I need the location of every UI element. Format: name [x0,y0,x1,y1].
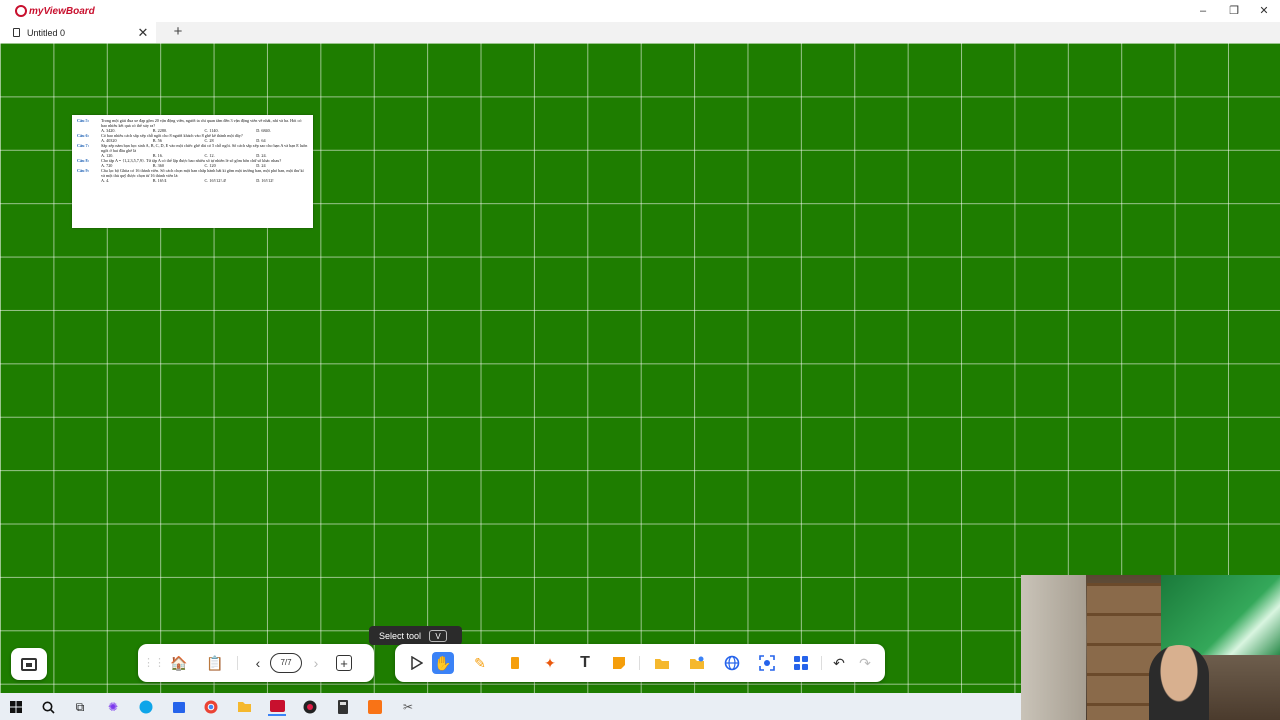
question-number: Câu 6: [77,133,89,138]
question-number: Câu 5: [77,118,89,123]
divider [821,656,822,670]
sticky-note-icon[interactable] [609,653,629,673]
select-arrow-icon[interactable] [407,653,427,673]
orange-app-icon[interactable] [366,698,384,716]
page-toolbar: ⋮⋮ 🏠 📋 ‹ 7/7 › + [138,644,374,682]
clipboard-icon[interactable]: 📋 [205,653,225,673]
chrome-icon[interactable] [202,698,220,716]
divider [639,656,640,670]
question-row: Câu 7: Sắp xếp năm bạn học sinh A, B, C, … [77,143,308,153]
divider [237,656,238,670]
redo-icon[interactable]: ↷ [855,653,875,673]
snipping-tool-icon[interactable]: ✂ [399,698,417,716]
windows-start-icon[interactable] [7,698,25,716]
question-number: Câu 8: [77,158,89,163]
question-number: Câu 9: [77,168,89,173]
eraser-icon[interactable] [505,653,525,673]
new-tab-button[interactable]: + [170,24,186,40]
answer-row: A. 4. B. 16!/4 C. 16!/12!.4! D. 16!/12! [77,178,308,183]
add-page-button[interactable]: + [336,655,352,671]
pen-icon[interactable]: ✎ [470,653,490,673]
question-text: Trong một giải đua xe đạp gồm 20 vận độn… [101,118,302,128]
question-row: Câu 5: Trong một giải đua xe đạp gồm 20 v… [77,118,308,128]
next-page-button[interactable]: › [306,653,326,673]
home-icon[interactable]: 🏠 [169,653,189,673]
close-tab-icon[interactable]: ✕ [135,25,151,41]
question-row: Câu 9: Câu lạc bộ Ghita có 16 thành viên.… [77,168,308,178]
main-toolbar: ✋ ✎ ✦ T ↶ ↷ [395,644,885,682]
page-indicator[interactable]: 7/7 [270,653,302,673]
myviewboard-taskbar-icon[interactable] [268,698,286,716]
logo-ring-icon [15,5,27,17]
prev-page-button[interactable]: ‹ [248,653,268,673]
app-logo: myViewBoard [15,4,95,18]
apps-grid-icon[interactable] [791,653,811,673]
recorder-icon[interactable] [301,698,319,716]
capture-icon [21,657,37,671]
tab-untitled[interactable]: Untitled 0 ✕ [0,22,156,43]
webcam-door [1021,575,1086,720]
question-text: Sắp xếp năm bạn học sinh A, B, C, D, E v… [101,143,308,153]
hand-icon[interactable]: ✋ [432,652,454,674]
webcam-overlay [1021,575,1280,720]
webcam-green-board [1161,575,1280,655]
windows-taskbar: ⧉ ✺ ✂ [0,693,1021,720]
add-image-icon[interactable] [687,653,707,673]
document-icon [13,28,20,37]
magic-tools-icon[interactable]: ✦ [540,653,560,673]
task-view-icon[interactable]: ⧉ [71,698,89,716]
search-icon[interactable] [39,698,57,716]
screen-capture-icon[interactable] [757,653,777,673]
answer-option: A. 4. [101,178,110,183]
app-name: myViewBoard [29,5,95,17]
copilot-icon[interactable]: ✺ [104,698,122,716]
text-icon[interactable]: T [575,653,595,673]
calculator-icon[interactable] [334,698,352,716]
maximize-button[interactable]: ❐ [1226,3,1242,19]
answer-option: C. 16!/12!.4! [204,178,227,183]
answer-option: B. 16!/4 [152,178,167,183]
capture-board-button[interactable] [11,648,47,680]
question-number: Câu 7: [77,143,89,148]
answer-option: D. 16!/12! [256,178,274,183]
store-icon[interactable] [170,698,188,716]
close-window-button[interactable]: ✕ [1256,3,1272,19]
tab-bar: Untitled 0 ✕ + [0,22,1280,43]
folder-icon[interactable] [652,653,672,673]
inserted-document-image[interactable]: Câu 5: Trong một giải đua xe đạp gồm 20 v… [72,115,313,228]
tooltip-shortcut: V [429,629,448,642]
title-bar: myViewBoard – ❐ ✕ [0,0,1280,22]
web-browser-icon[interactable] [722,653,742,673]
webcam-presenter [1149,645,1209,720]
tooltip-label: Select tool [379,630,422,641]
tab-title: Untitled 0 [27,27,66,38]
file-explorer-icon[interactable] [235,698,253,716]
edge-icon[interactable] [137,698,155,716]
drag-handle-icon[interactable]: ⋮⋮ [143,653,165,673]
minimize-button[interactable]: – [1195,3,1211,19]
question-text: Câu lạc bộ Ghita có 16 thành viên. Số cá… [101,168,304,178]
undo-icon[interactable]: ↶ [829,653,849,673]
select-tool-tooltip: Select tool V [369,626,462,645]
